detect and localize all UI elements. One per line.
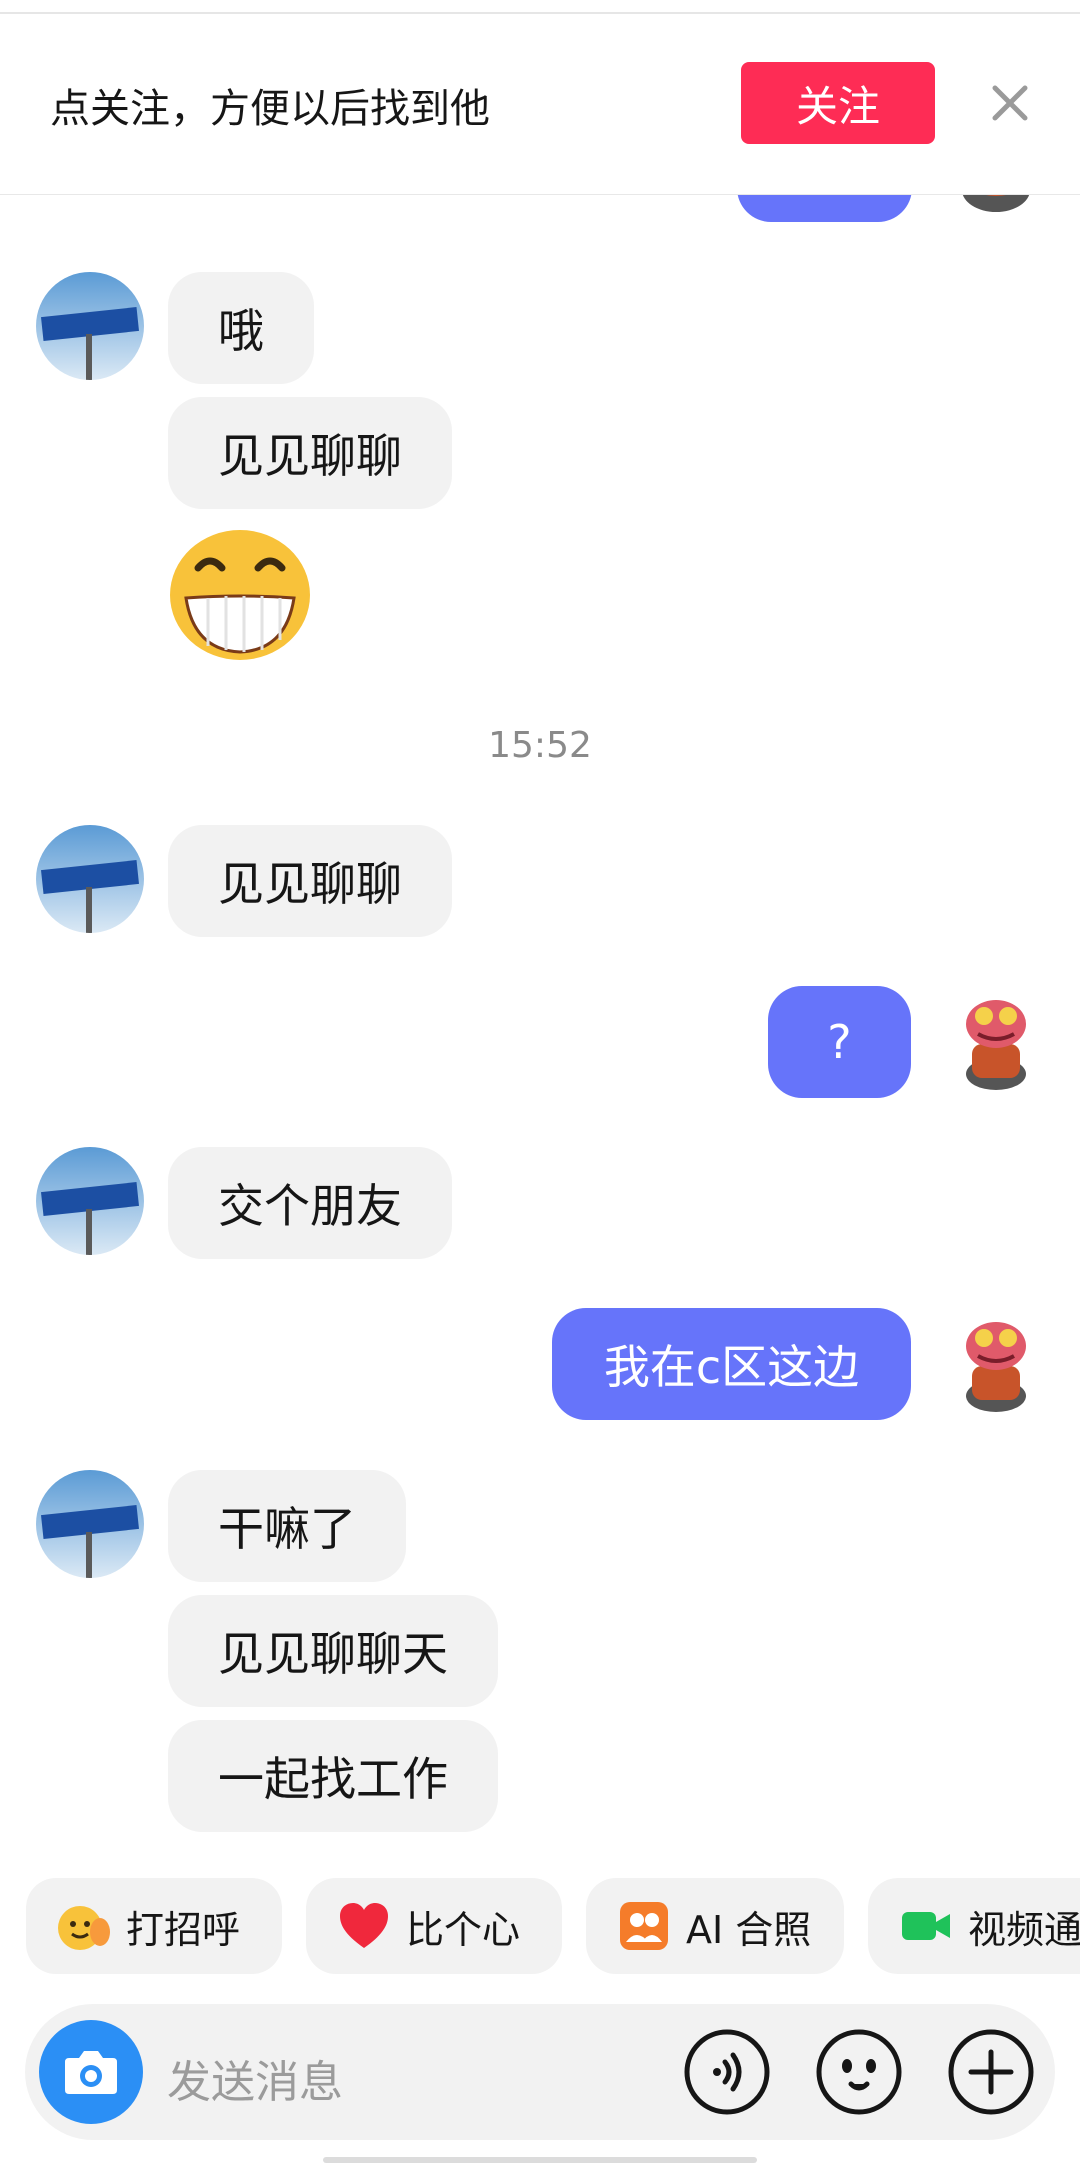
contact-avatar[interactable]: [36, 272, 144, 380]
message-bubble[interactable]: 交个朋友: [168, 1147, 452, 1259]
message-text: 我在c区这边: [603, 1340, 860, 1394]
chat-area[interactable]: 哦 见见聊聊 15:52 见见聊聊 ? 交个朋友 我在c区这边 干嘛了 见见聊聊…: [0, 0, 1080, 2167]
contact-avatar[interactable]: [36, 1147, 144, 1255]
status-divider: [0, 0, 1080, 14]
heart-icon: [336, 1898, 392, 1954]
message-text: 见见聊聊: [218, 857, 402, 911]
message-text: 一起找工作: [218, 1752, 448, 1806]
emoji-button[interactable]: [815, 2028, 903, 2116]
message-bubble[interactable]: 见见聊聊: [168, 825, 452, 937]
message-bubble-outgoing[interactable]: 我在c区这边: [552, 1308, 911, 1420]
follow-banner: 点关注，方便以后找到他 关注: [0, 14, 1080, 195]
follow-prompt: 点关注，方便以后找到他: [50, 86, 490, 132]
message-bubble[interactable]: 见见聊聊天: [168, 1595, 498, 1707]
quick-action-label: 比个心: [406, 1907, 521, 1952]
quick-action-label: AI 合照: [686, 1907, 812, 1952]
message-bubble[interactable]: 一起找工作: [168, 1720, 498, 1832]
message-text: ?: [827, 1015, 852, 1069]
my-avatar[interactable]: [942, 1308, 1050, 1416]
plus-icon: [948, 2029, 1034, 2115]
timestamp: 15:52: [488, 725, 592, 766]
wave-icon: [56, 1898, 112, 1954]
camera-button[interactable]: [39, 2020, 143, 2124]
contact-avatar[interactable]: [36, 1470, 144, 1578]
grinning-emoji-sticker[interactable]: [168, 528, 312, 662]
message-bubble-outgoing[interactable]: ?: [768, 986, 911, 1098]
voice-button[interactable]: [683, 2028, 771, 2116]
quick-action-label: 视频通: [968, 1907, 1080, 1952]
message-bubble[interactable]: 哦: [168, 272, 314, 384]
quick-action-greet[interactable]: 打招呼: [26, 1878, 282, 1974]
message-input-bar: 发送消息: [25, 2004, 1055, 2140]
quick-action-ai-photo[interactable]: AI 合照: [586, 1878, 844, 1974]
message-text: 见见聊聊天: [218, 1627, 448, 1681]
quick-action-heart[interactable]: 比个心: [306, 1878, 562, 1974]
video-icon: [898, 1898, 954, 1954]
quick-actions: 打招呼 比个心 AI 合照 视频通: [0, 1878, 1080, 1974]
message-input[interactable]: 发送消息: [167, 2046, 343, 2110]
voice-icon: [684, 2029, 770, 2115]
camera-icon: [65, 2051, 117, 2094]
close-icon[interactable]: [985, 78, 1035, 128]
ai-photo-icon: [616, 1898, 672, 1954]
emoji-icon: [816, 2029, 902, 2115]
message-bubble[interactable]: 干嘛了: [168, 1470, 406, 1582]
my-avatar[interactable]: [942, 986, 1050, 1094]
message-text: 交个朋友: [218, 1179, 402, 1233]
plus-button[interactable]: [947, 2028, 1035, 2116]
message-text: 干嘛了: [218, 1502, 356, 1556]
message-bubble[interactable]: 见见聊聊: [168, 397, 452, 509]
message-text: 见见聊聊: [218, 429, 402, 483]
quick-action-video[interactable]: 视频通: [868, 1878, 1080, 1974]
quick-action-label: 打招呼: [126, 1907, 241, 1952]
home-indicator[interactable]: [323, 2157, 757, 2163]
contact-avatar[interactable]: [36, 825, 144, 933]
follow-button[interactable]: 关注: [741, 62, 935, 144]
message-text: 哦: [218, 304, 264, 358]
